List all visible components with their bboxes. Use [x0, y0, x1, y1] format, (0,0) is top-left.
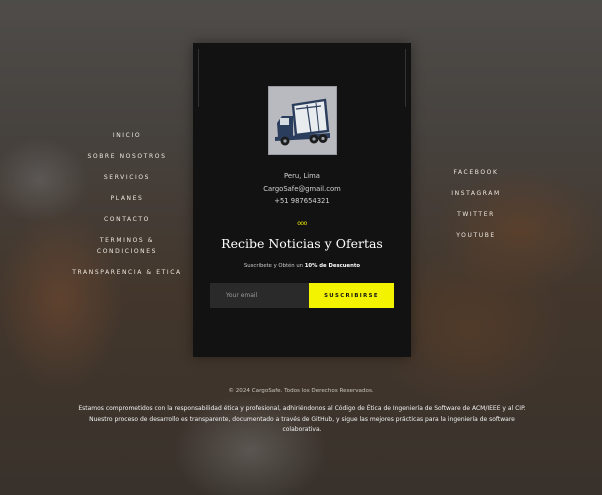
- social-link-instagram[interactable]: INSTAGRAM: [451, 188, 501, 199]
- newsletter-form: SUSCRIBIRSE: [210, 283, 394, 308]
- nav-link-contacto[interactable]: CONTACTO: [104, 214, 150, 225]
- copyright-text: © 2024 CargoSafe. Todos los Derechos Res…: [228, 388, 374, 394]
- footer-nav-left: INICIO SOBRE NOSOTROS SERVICIOS PLANES C…: [72, 125, 180, 283]
- truck-logo-icon: [269, 87, 336, 154]
- social-link-facebook[interactable]: FACEBOOK: [453, 167, 498, 178]
- nav-link-sobre-nosotros[interactable]: SOBRE NOSOTROS: [87, 151, 166, 162]
- panel-line-right: [405, 49, 406, 107]
- social-link-youtube[interactable]: YOUTUBE: [456, 230, 496, 241]
- nav-link-terminos[interactable]: TERMINOS & CONDICIONES: [87, 235, 167, 257]
- subtitle-text: Suscribete y Obtén un: [243, 263, 305, 269]
- company-logo: [268, 86, 337, 155]
- contact-location: Peru, Lima: [284, 172, 320, 180]
- divider-icon: ooo: [297, 220, 307, 227]
- nav-link-servicios[interactable]: SERVICIOS: [104, 172, 150, 183]
- email-input[interactable]: [210, 283, 309, 308]
- ethics-statement: Estamos comprometidos con la responsabil…: [78, 405, 526, 433]
- footer-nav-social: FACEBOOK INSTAGRAM TWITTER YOUTUBE: [446, 162, 506, 246]
- panel-line-left: [198, 49, 199, 107]
- subscribe-button[interactable]: SUSCRIBIRSE: [309, 283, 394, 308]
- newsletter-title: Recibe Noticias y Ofertas: [221, 236, 383, 251]
- newsletter-panel: Peru, Lima CargoSafe@gmail.com +51 98765…: [193, 43, 411, 357]
- contact-phone[interactable]: +51 987654321: [193, 195, 411, 208]
- nav-link-inicio[interactable]: INICIO: [113, 130, 141, 141]
- newsletter-subtitle: Suscribete y Obtén un 10% de Descuento: [193, 263, 411, 269]
- nav-link-planes[interactable]: PLANES: [111, 193, 144, 204]
- discount-highlight: 10% de Descuento: [304, 263, 361, 269]
- nav-link-transparencia[interactable]: TRANSPARENCIA & ETICA: [72, 267, 181, 278]
- contact-email[interactable]: CargoSafe@gmail.com: [193, 183, 411, 196]
- social-link-twitter[interactable]: TWITTER: [457, 209, 495, 220]
- contact-info: Peru, Lima CargoSafe@gmail.com +51 98765…: [193, 170, 411, 208]
